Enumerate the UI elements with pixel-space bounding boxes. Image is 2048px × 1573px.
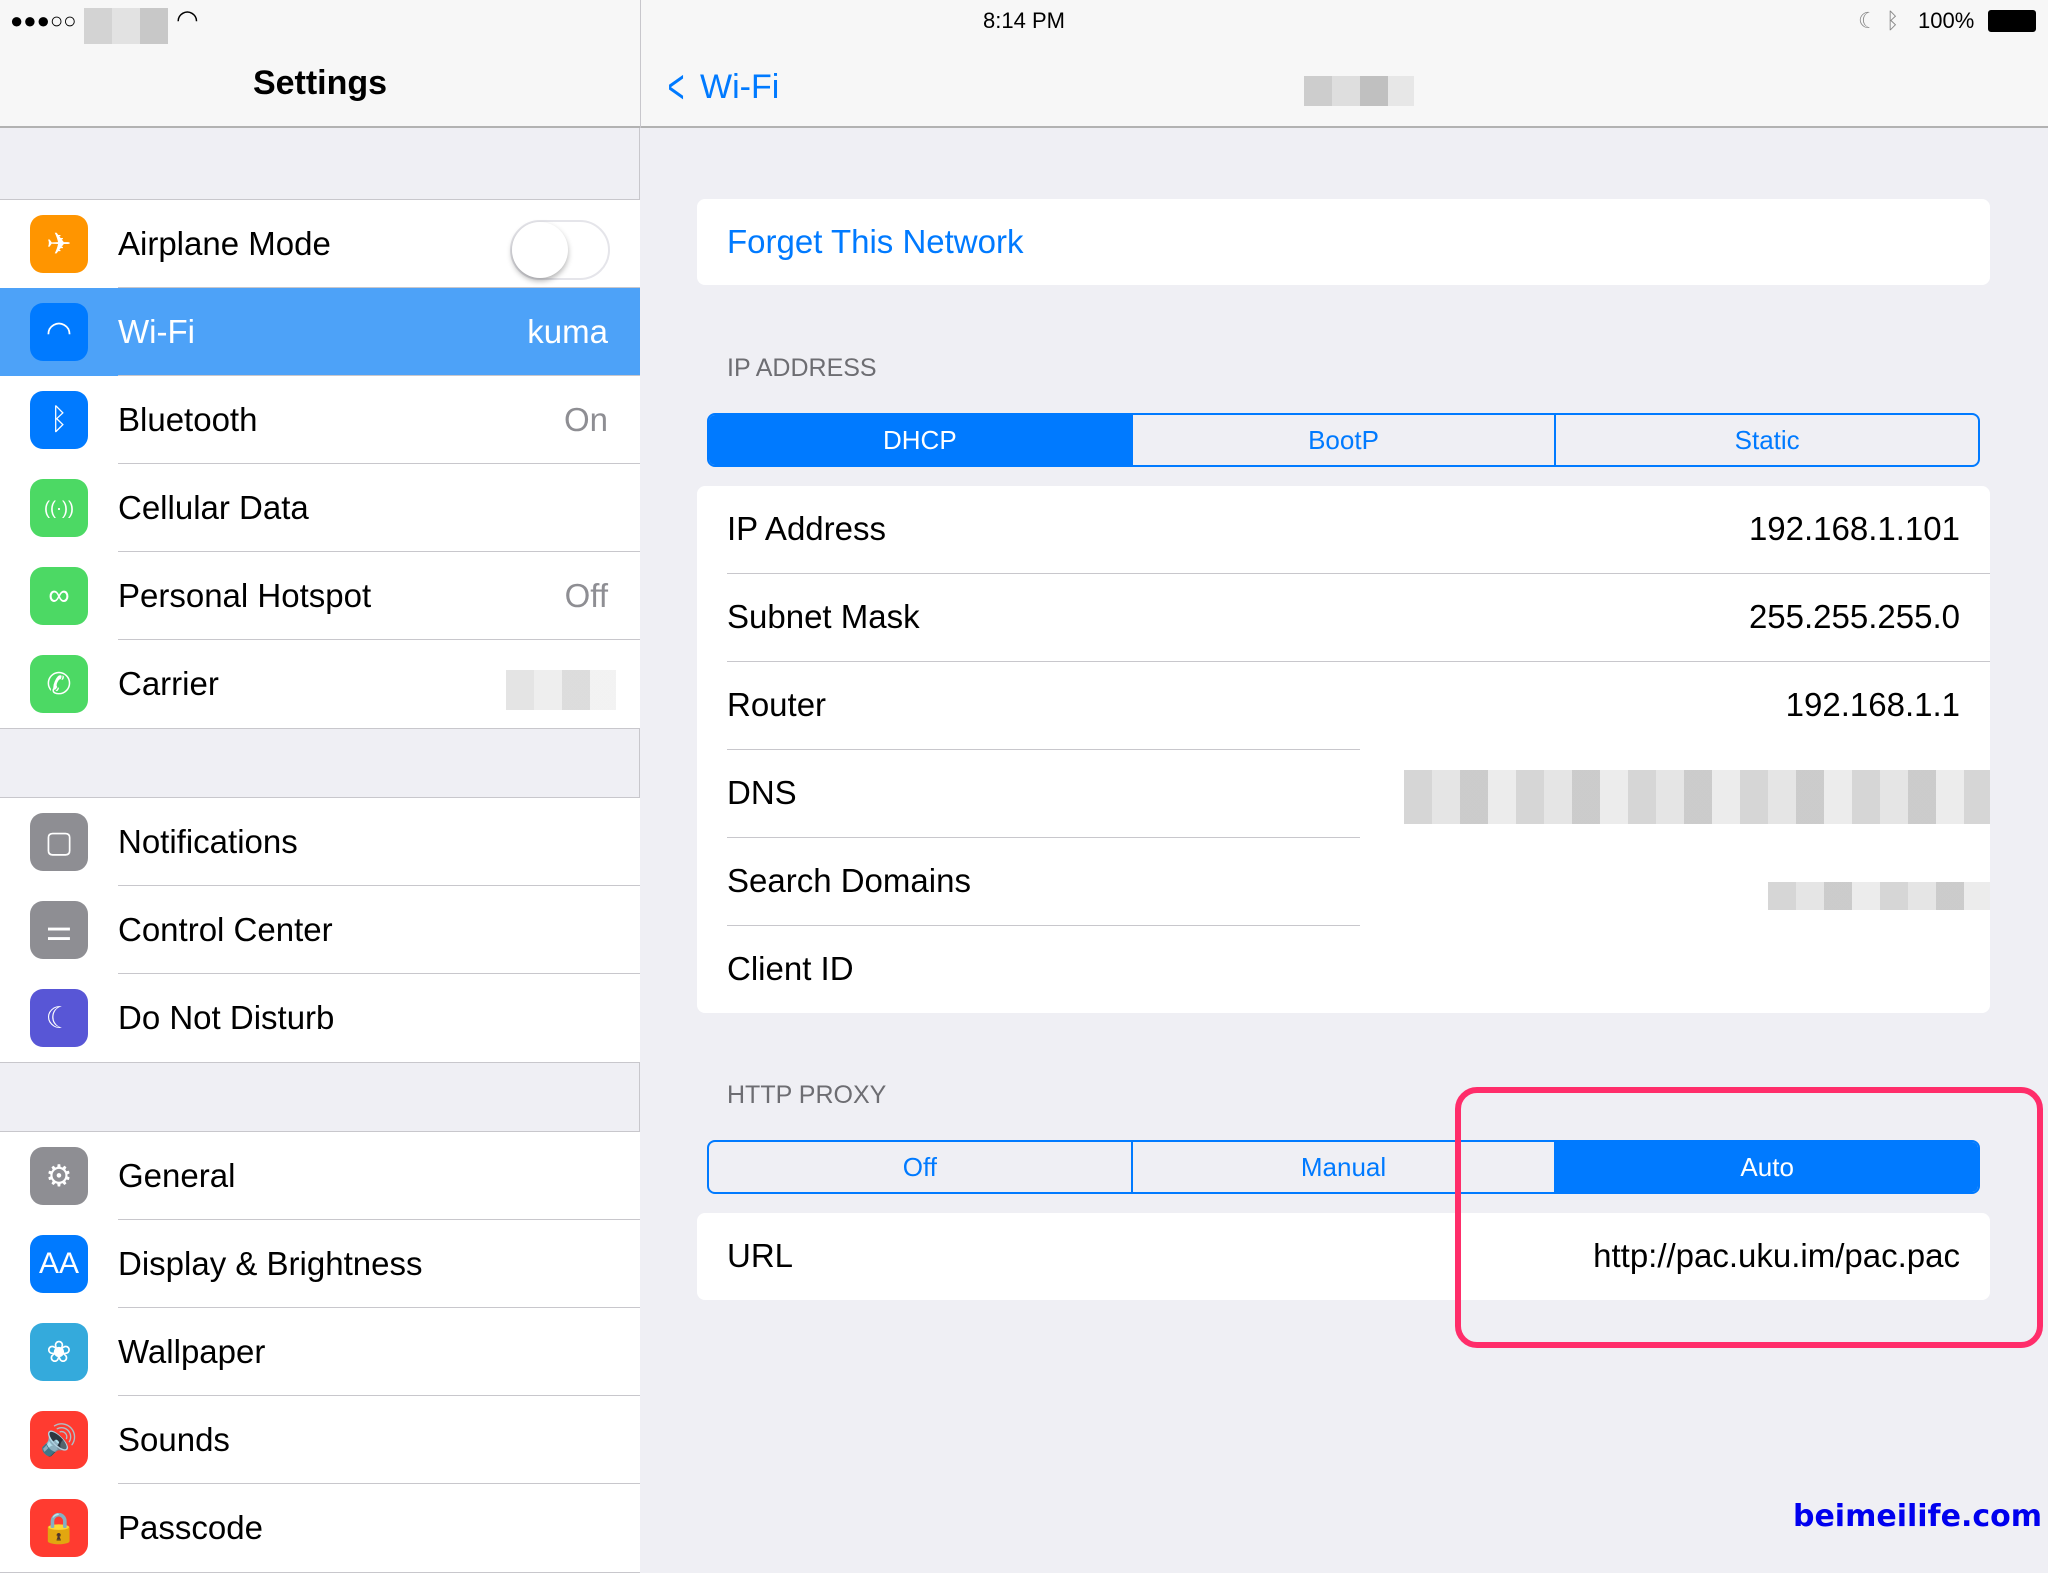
settings-group: ▢ Notifications ⚌ Control Center ☾ Do Not … bbox=[0, 797, 640, 1063]
ip-details-card: IP Address 192.168.1.101 Subnet Mask 255.25… bbox=[697, 486, 1990, 1013]
ip-address-header: IP ADDRESS bbox=[727, 354, 877, 382]
sidebar-item-cellular-data[interactable]: ((·)) Cellular Data bbox=[0, 464, 640, 552]
sounds-icon: 🔊 bbox=[30, 1411, 88, 1469]
ip-row-label: DNS bbox=[727, 774, 797, 811]
sidebar-item-label: Do Not Disturb bbox=[118, 999, 335, 1036]
battery-icon bbox=[1988, 10, 2036, 32]
sidebar-item-sounds[interactable]: 🔊 Sounds bbox=[0, 1396, 640, 1484]
ip-mode-segmented-control: DHCP BootP Static bbox=[707, 413, 1980, 467]
sidebar-item-do-not-disturb[interactable]: ☾ Do Not Disturb bbox=[0, 974, 640, 1062]
carrier-blurred bbox=[506, 670, 616, 710]
sidebar-item-label: Airplane Mode bbox=[118, 225, 331, 262]
sidebar-item-label: Wallpaper bbox=[118, 1333, 266, 1370]
sidebar-item-control-center[interactable]: ⚌ Control Center bbox=[0, 886, 640, 974]
segment-bootp[interactable]: BootP bbox=[1133, 415, 1557, 465]
sidebar-item-label: Notifications bbox=[118, 823, 298, 860]
moon-icon: ☾ bbox=[30, 989, 88, 1047]
battery-percent: 100% bbox=[1918, 8, 1975, 33]
wallpaper-icon: ❀ bbox=[30, 1323, 88, 1381]
sidebar-item-label: Display & Brightness bbox=[118, 1245, 423, 1282]
sidebar-item-airplane-mode[interactable]: ✈ Airplane Mode bbox=[0, 200, 640, 288]
airplane-icon: ✈ bbox=[30, 215, 88, 273]
ip-row: IP Address 192.168.1.101 bbox=[697, 486, 1990, 574]
sidebar-item-wallpaper[interactable]: ❀ Wallpaper bbox=[0, 1308, 640, 1396]
sidebar-item-general[interactable]: ⚙ General bbox=[0, 1132, 640, 1220]
ip-row: Router 192.168.1.1 bbox=[697, 662, 1990, 750]
settings-group: ⚙ General AA Display & Brightness ❀ Wallpa… bbox=[0, 1131, 640, 1573]
http-proxy-header: HTTP PROXY bbox=[727, 1081, 887, 1109]
back-label: Wi-Fi bbox=[700, 68, 780, 106]
cellular-icon: ((·)) bbox=[30, 479, 88, 537]
sidebar-item-label: Passcode bbox=[118, 1509, 263, 1546]
sidebar-item-carrier[interactable]: ✆ Carrier bbox=[0, 640, 640, 728]
ip-row-label: Search Domains bbox=[727, 862, 971, 899]
sidebar-item-value: Off bbox=[564, 577, 608, 614]
airplane-mode-toggle[interactable] bbox=[510, 220, 610, 280]
sidebar-item-label: Control Center bbox=[118, 911, 333, 948]
moon-status-icon: ☾ bbox=[1858, 8, 1878, 33]
display-icon: AA bbox=[30, 1235, 88, 1293]
sidebar-item-value: On bbox=[563, 401, 608, 438]
divider bbox=[640, 0, 641, 128]
segment-static[interactable]: Static bbox=[1556, 415, 1978, 465]
highlight-annotation-box bbox=[1455, 1087, 2043, 1348]
segment-dhcp[interactable]: DHCP bbox=[709, 415, 1133, 465]
sidebar-item-value: kuma bbox=[527, 313, 608, 350]
hotspot-icon: ∞ bbox=[30, 567, 88, 625]
ip-row-label: Subnet Mask bbox=[727, 598, 920, 635]
clock: 8:14 PM bbox=[983, 8, 1065, 33]
ip-row: Subnet Mask 255.255.255.0 bbox=[697, 574, 1990, 662]
sidebar-item-wi-fi[interactable]: ◠ Wi-Fi kuma bbox=[0, 288, 640, 376]
ip-row-value: 192.168.1.101 bbox=[1748, 510, 1960, 547]
ip-row-label: IP Address bbox=[727, 510, 886, 547]
url-label: URL bbox=[727, 1237, 794, 1274]
forget-label: Forget This Network bbox=[727, 223, 1024, 260]
sidebar-item-notifications[interactable]: ▢ Notifications bbox=[0, 798, 640, 886]
ip-row-value: 255.255.255.0 bbox=[1748, 598, 1960, 635]
wifi-icon: ◠ bbox=[30, 303, 88, 361]
watermark: beimeilife.com bbox=[1792, 1499, 2042, 1534]
sidebar-item-label: Personal Hotspot bbox=[118, 577, 372, 614]
sidebar-item-display-brightness[interactable]: AA Display & Brightness bbox=[0, 1220, 640, 1308]
sidebar-item-label: Cellular Data bbox=[118, 489, 309, 526]
dns-blurred bbox=[1404, 770, 1990, 824]
ip-row-value: 192.168.1.1 bbox=[1785, 686, 1960, 723]
ip-row-label: Router bbox=[727, 686, 827, 723]
sidebar-item-personal-hotspot[interactable]: ∞ Personal Hotspot Off bbox=[0, 552, 640, 640]
sidebar-item-label: Wi-Fi bbox=[118, 313, 195, 350]
settings-group: ✈ Airplane Mode ◠ Wi-Fi kuma ᛒ Bluetooth On (… bbox=[0, 199, 640, 729]
control-center-icon: ⚌ bbox=[30, 901, 88, 959]
phone-icon: ✆ bbox=[30, 655, 88, 713]
notifications-icon: ▢ bbox=[30, 813, 88, 871]
sidebar-item-label: Bluetooth bbox=[118, 401, 258, 438]
back-button[interactable]: < Wi-Fi bbox=[662, 60, 780, 115]
sidebar-item-bluetooth[interactable]: ᛒ Bluetooth On bbox=[0, 376, 640, 464]
lock-icon: 🔒 bbox=[30, 1499, 88, 1557]
bluetooth-icon: ᛒ bbox=[30, 391, 88, 449]
gear-icon: ⚙ bbox=[30, 1147, 88, 1205]
sidebar-item-passcode[interactable]: 🔒 Passcode bbox=[0, 1484, 640, 1572]
chevron-left-icon: < bbox=[667, 61, 685, 114]
ip-row: Client ID bbox=[697, 926, 1990, 1013]
network-name-blurred bbox=[1304, 76, 1414, 106]
sidebar-item-label: General bbox=[118, 1157, 236, 1194]
search-domains-blurred bbox=[1768, 882, 1990, 910]
segment-off[interactable]: Off bbox=[709, 1142, 1133, 1192]
page-title: Settings bbox=[252, 64, 388, 102]
bluetooth-status-icon: ᛒ bbox=[1886, 8, 1900, 33]
sidebar-item-label: Carrier bbox=[118, 665, 219, 702]
forget-network-button[interactable]: Forget This Network bbox=[697, 199, 1990, 285]
ip-row-label: Client ID bbox=[727, 950, 854, 987]
sidebar-item-label: Sounds bbox=[118, 1421, 230, 1458]
navigation-bar: ●●●○○ ◠ 8:14 PM ☾ ᛒ 100% Settings < Wi-F… bbox=[0, 0, 2048, 128]
